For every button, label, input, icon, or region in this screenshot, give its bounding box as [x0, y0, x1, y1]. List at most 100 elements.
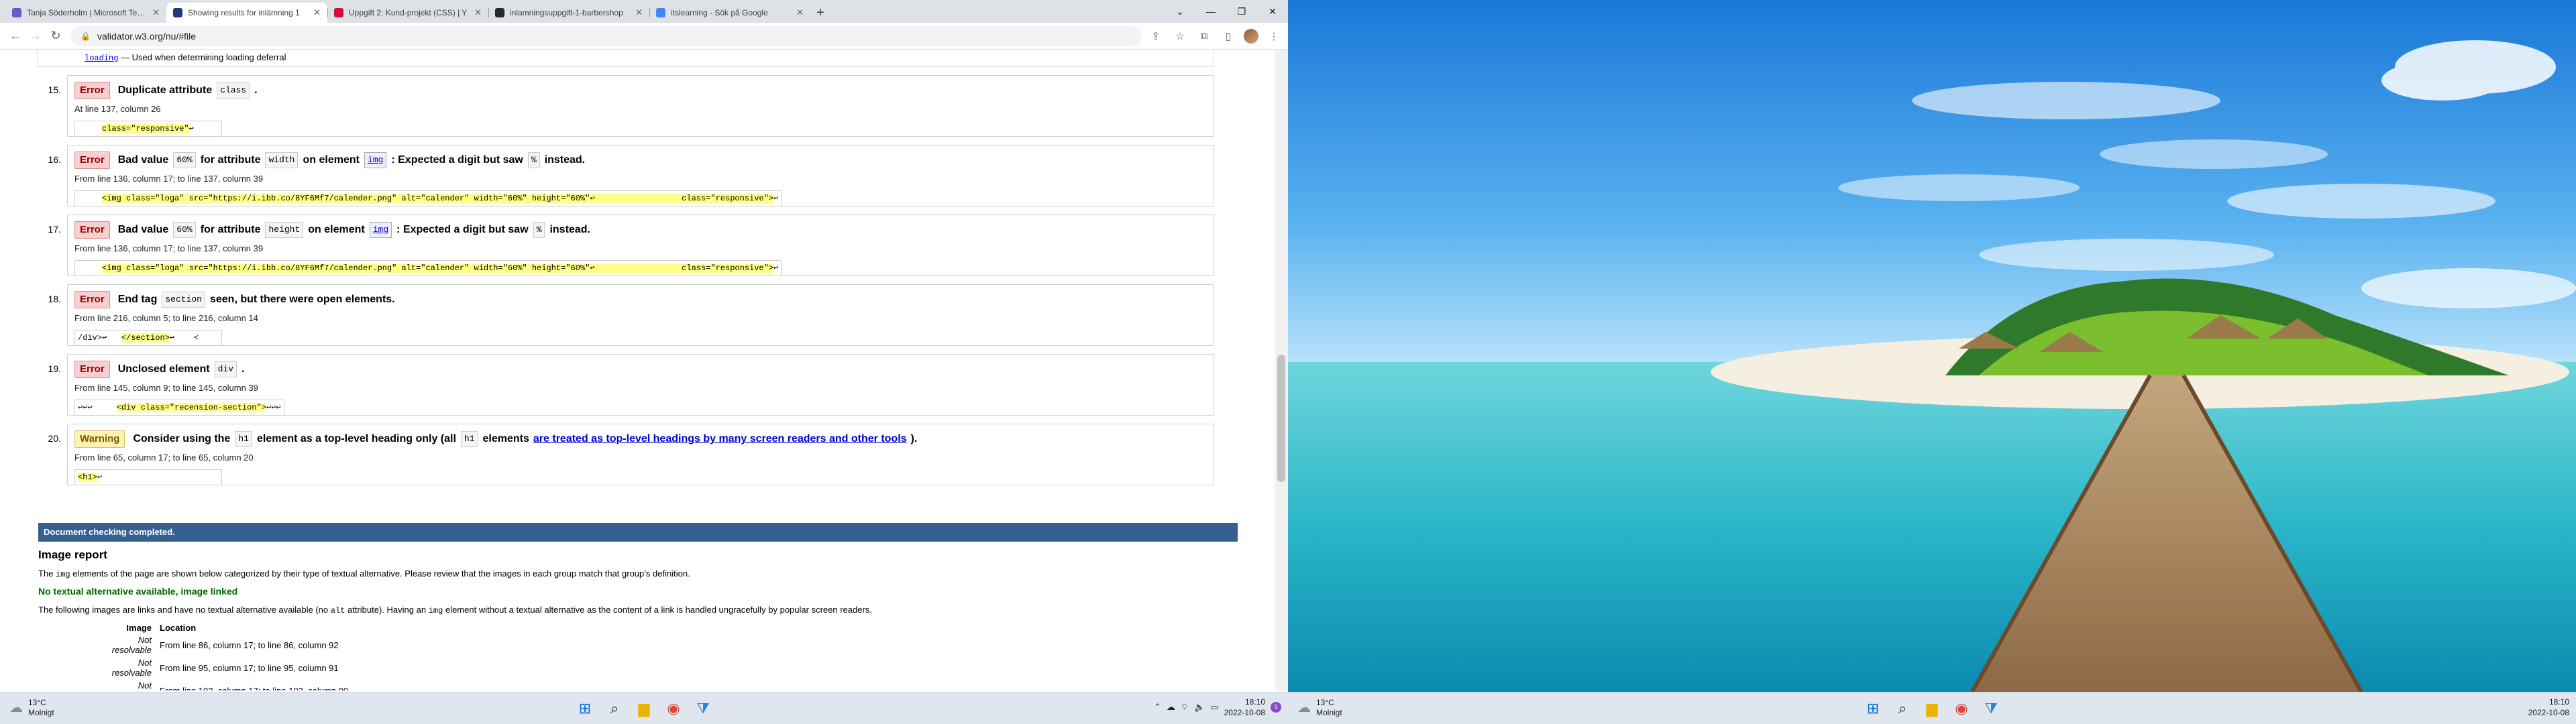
location-cell[interactable]: From line 95, column 17; to line 95, col…: [156, 656, 352, 679]
weather-condition: Molnigt: [28, 708, 54, 717]
search-icon[interactable]: ⌕: [1890, 697, 1915, 721]
extract-highlight: </section>: [121, 333, 170, 343]
close-window-button[interactable]: ✕: [1257, 0, 1288, 23]
weather-widget[interactable]: ☁ 13°C Molnigt: [9, 698, 54, 718]
message-title: Error End tag section seen, but there were …: [74, 291, 1207, 308]
browser-tab[interactable]: Showing results for inlämning 1 ✕: [166, 3, 327, 23]
tab-close-icon[interactable]: ✕: [474, 7, 482, 18]
extract-suffix: ↩: [97, 473, 103, 482]
vscode-icon[interactable]: ⧩: [691, 697, 715, 721]
location-cell[interactable]: From line 86, column 17; to line 86, col…: [156, 634, 352, 656]
file-explorer-icon[interactable]: ▆: [1920, 697, 1944, 721]
message-text: elements: [482, 433, 529, 444]
volume-icon[interactable]: 🔈: [1194, 702, 1205, 713]
back-button[interactable]: ←: [5, 26, 25, 46]
image-group-title: No textual alternative available, image …: [38, 586, 238, 597]
error-badge: Error: [74, 221, 110, 239]
clock[interactable]: 18:10 2022-10-08: [2528, 697, 2569, 718]
extract-prefix: [78, 194, 102, 203]
new-tab-button[interactable]: +: [810, 3, 830, 23]
message-text: on element: [303, 154, 360, 166]
notification-badge[interactable]: 5: [1271, 702, 1281, 713]
code-keyword: %: [533, 222, 545, 238]
sidebar-icon[interactable]: ▯: [1220, 27, 1237, 45]
message-title: Error Duplicate attribute class.: [74, 82, 1207, 99]
element-spec-link[interactable]: img: [369, 222, 392, 238]
loading-link[interactable]: loading: [85, 54, 118, 63]
source-extract: /div>↩ </section>↩ <: [74, 330, 222, 346]
clock[interactable]: 18:10 2022-10-08: [1224, 697, 1265, 718]
location-cell[interactable]: From line 103, column 17; to line 103, c…: [156, 679, 352, 691]
right-monitor: ☁ 13°C Molnigt ⊞ ⌕ ▆ ◉ ⧩ 18:10 2022-10-0…: [1288, 0, 2576, 724]
message-text: instead.: [544, 154, 586, 166]
code-keyword: 60%: [173, 152, 196, 168]
onedrive-icon[interactable]: ☁: [1167, 702, 1175, 713]
battery-icon[interactable]: ▭: [1210, 702, 1218, 713]
tab-close-icon[interactable]: ✕: [796, 7, 804, 18]
network-icon[interactable]: ⌔: [1181, 702, 1189, 713]
image-group-desc: The following images are links and have …: [38, 605, 872, 615]
chrome-icon[interactable]: ◉: [661, 697, 686, 721]
message-location: From line 65, column 17; to line 65, col…: [74, 452, 254, 463]
browser-tab[interactable]: Uppgift 2: Kund-projekt (CSS) | Y ✕: [327, 3, 488, 23]
message-text: for attribute: [200, 224, 261, 235]
minimize-button[interactable]: —: [1195, 0, 1226, 23]
message-list: loading — Used when determining loading …: [37, 50, 1214, 485]
bookmark-star-icon[interactable]: ☆: [1171, 27, 1189, 45]
browser-tab[interactable]: inlamningsuppgift-1-barbershop ✕: [488, 3, 649, 23]
page-scrollbar[interactable]: [1275, 50, 1288, 690]
extract-suffix: ↩: [189, 124, 194, 133]
vscode-icon[interactable]: ⧩: [1979, 697, 2003, 721]
message-text: for attribute: [200, 154, 261, 166]
scrollbar-thumb[interactable]: [1277, 355, 1285, 482]
reload-button[interactable]: ↻: [46, 26, 66, 46]
table-row: Not resolvable From line 95, column 17; t…: [92, 656, 352, 679]
browser-tab[interactable]: itslearning - Sök på Google ✕: [649, 3, 810, 23]
source-extract: <h1>↩: [74, 469, 222, 485]
left-monitor: Tanja Söderholm | Microsoft Teams ✕ Showin…: [0, 0, 1288, 724]
element-spec-link[interactable]: img: [364, 152, 387, 168]
tab-favicon-icon: [656, 8, 665, 17]
maximize-button[interactable]: ❐: [1226, 0, 1257, 23]
file-explorer-icon[interactable]: ▆: [632, 697, 656, 721]
image-table: Image Location Not resolvable From line 8…: [92, 622, 352, 690]
search-icon[interactable]: ⌕: [602, 697, 627, 721]
tab-favicon-icon: [334, 8, 343, 17]
error-badge: Error: [74, 291, 110, 308]
column-header-image: Image: [126, 623, 152, 633]
profile-avatar[interactable]: [1244, 28, 1258, 44]
message-text: seen, but there were open elements.: [209, 294, 395, 305]
tab-favicon-icon: [12, 8, 21, 17]
extract-prefix: [78, 263, 102, 273]
message-text: Unclosed element: [117, 363, 210, 375]
chrome-icon[interactable]: ◉: [1949, 697, 1974, 721]
weather-widget-right[interactable]: ☁ 13°C Molnigt: [1297, 698, 1342, 718]
forward-button[interactable]: →: [25, 26, 46, 46]
menu-kebab-icon[interactable]: ⋮: [1265, 27, 1283, 45]
chevron-down-icon[interactable]: ⌄: [1165, 0, 1195, 23]
weather-temp: 13°C: [28, 698, 46, 707]
windows-start-icon[interactable]: ⊞: [1861, 697, 1885, 721]
help-link[interactable]: are treated as top-level headings by man…: [533, 432, 907, 446]
browser-tab[interactable]: Tanja Söderholm | Microsoft Teams ✕: [5, 3, 166, 23]
tab-close-icon[interactable]: ✕: [313, 7, 321, 18]
message-location: At line 137, column 26: [74, 104, 161, 114]
table-row: Not resolvable From line 103, column 17; …: [92, 679, 352, 690]
tab-label: Uppgift 2: Kund-projekt (CSS) | Y: [349, 8, 468, 17]
image-cell: Not resolvable: [111, 658, 152, 678]
tab-close-icon[interactable]: ✕: [152, 7, 160, 18]
message-number: 18.: [48, 294, 61, 304]
extract-suffix: ↩: [773, 263, 779, 273]
share-icon[interactable]: ⇪: [1147, 27, 1165, 45]
image-report-intro: The img elements of the page are shown b…: [38, 568, 690, 579]
weather-temp: 13°C: [1316, 698, 1334, 707]
message-location: From line 145, column 9; to line 145, co…: [74, 383, 258, 393]
tab-close-icon[interactable]: ✕: [635, 7, 643, 18]
clock-time: 18:10: [1244, 697, 1265, 707]
address-bar[interactable]: 🔒 validator.w3.org/nu/#file: [71, 25, 1142, 46]
windows-start-icon[interactable]: ⊞: [573, 697, 597, 721]
chevron-up-icon[interactable]: ⌃: [1154, 702, 1161, 713]
extensions-icon[interactable]: ⧉: [1195, 27, 1213, 45]
message-text: : Expected a digit but saw: [391, 154, 523, 166]
source-extract: <img class="loga" src="https://i.ibb.co/…: [74, 190, 782, 206]
